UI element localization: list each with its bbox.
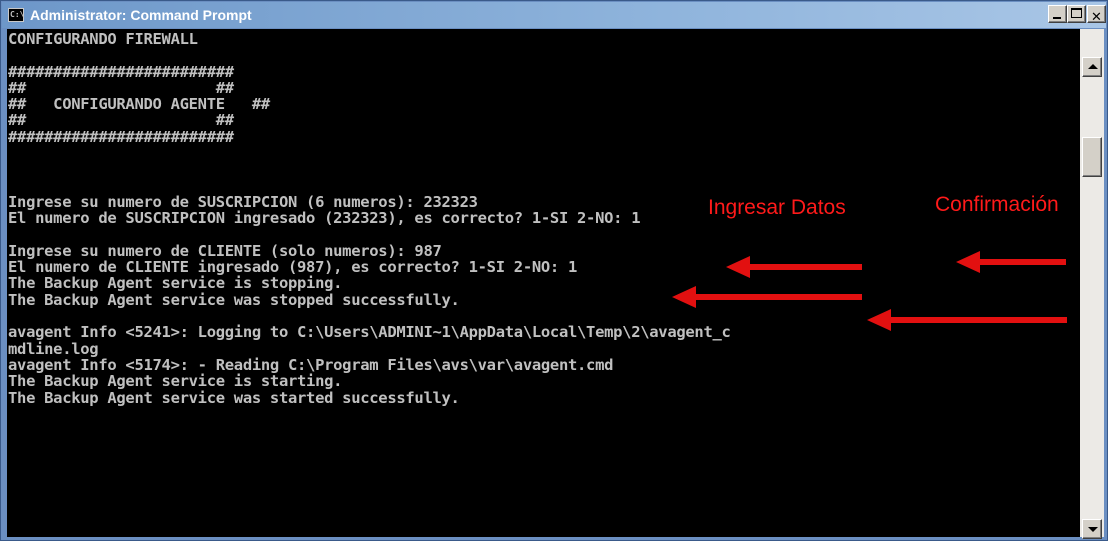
cmd-icon[interactable]: C:\	[8, 8, 24, 22]
minimize-icon	[1053, 17, 1061, 19]
arrow-up-icon	[1088, 64, 1098, 69]
arrow-ingresar-cliente	[672, 286, 862, 308]
console-line: mdline.log	[8, 339, 99, 358]
console-line: ## CONFIGURANDO AGENTE ##	[8, 95, 270, 114]
maximize-button[interactable]	[1067, 5, 1086, 23]
close-icon: ✕	[1091, 10, 1102, 25]
console-line: #########################	[8, 62, 234, 81]
maximize-icon	[1071, 8, 1082, 18]
title-bar[interactable]: C:\ Administrator: Command Prompt	[2, 2, 1106, 28]
console-line: The Backup Agent service is starting.	[8, 372, 343, 391]
close-button[interactable]: ✕	[1087, 5, 1106, 25]
console-line: CONFIGURANDO FIREWALL	[8, 30, 198, 48]
arrow-ingresar-suscripcion	[726, 256, 862, 278]
vertical-scrollbar[interactable]	[1080, 29, 1104, 539]
console-line: El numero de SUSCRIPCION ingresado (2323…	[8, 209, 641, 228]
annotation-ingresar-datos: Ingresar Datos	[708, 196, 846, 219]
command-prompt-window: C:\ Administrator: Command Prompt ✕ CONF…	[0, 0, 1108, 541]
console-line: El numero de CLIENTE ingresado (987), es…	[8, 258, 578, 277]
console-text: CONFIGURANDO FIREWALL ##################…	[8, 31, 731, 406]
console-line: avagent Info <5241>: Logging to C:\Users…	[8, 323, 731, 342]
window-title: Administrator: Command Prompt	[30, 7, 252, 23]
console-line: ## ##	[8, 78, 234, 97]
arrow-confirm-suscripcion	[956, 251, 1066, 273]
console-line: The Backup Agent service is stopping.	[8, 274, 343, 293]
console-line: ## ##	[8, 111, 234, 130]
console-line: Ingrese su numero de CLIENTE (solo numer…	[8, 241, 442, 260]
console-output[interactable]: CONFIGURANDO FIREWALL ##################…	[7, 29, 1080, 537]
scroll-up-button[interactable]	[1082, 57, 1102, 77]
console-line: The Backup Agent service was started suc…	[8, 388, 460, 407]
scroll-down-button[interactable]	[1082, 519, 1102, 539]
console-line: Ingrese su numero de SUSCRIPCION (6 nume…	[8, 192, 478, 211]
arrow-down-icon	[1088, 527, 1098, 532]
console-line: avagent Info <5174>: - Reading C:\Progra…	[8, 355, 614, 374]
console-line: The Backup Agent service was stopped suc…	[8, 290, 460, 309]
minimize-button[interactable]	[1048, 5, 1067, 23]
annotation-confirmacion: Confirmación	[935, 193, 1059, 216]
arrow-confirm-cliente	[867, 309, 1067, 331]
console-line: #########################	[8, 127, 234, 146]
scroll-thumb[interactable]	[1082, 137, 1102, 177]
